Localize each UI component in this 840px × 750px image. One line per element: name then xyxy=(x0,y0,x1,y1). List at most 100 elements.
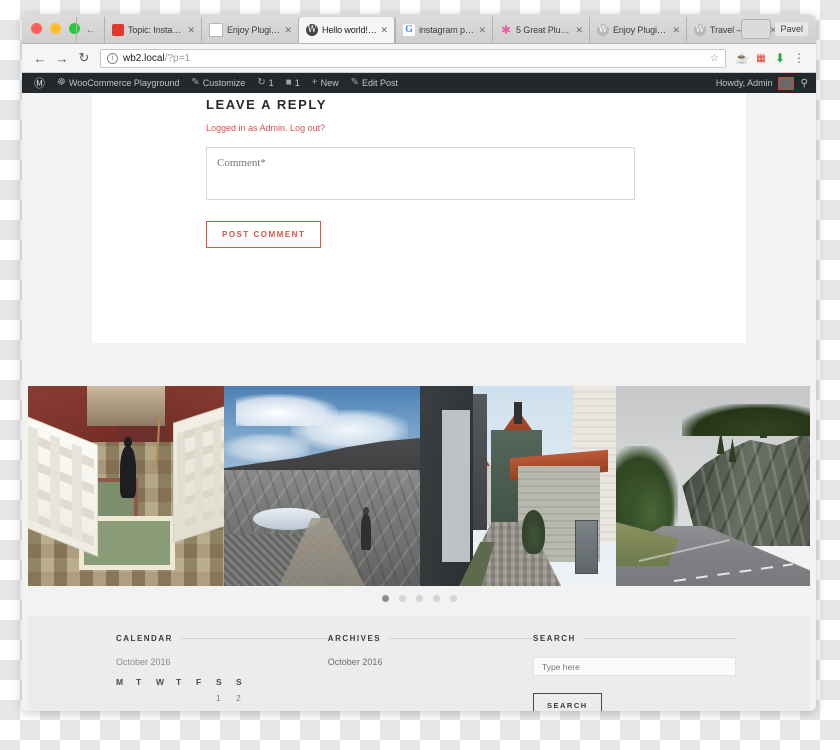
info-icon[interactable]: i xyxy=(107,52,118,64)
carousel-slide-museum-corridor-mosaic-floor[interactable] xyxy=(28,386,224,586)
search-input[interactable] xyxy=(533,657,736,676)
adminbar-label: WooCommerce Playground xyxy=(68,78,180,88)
close-icon[interactable]: ✕ xyxy=(478,25,486,35)
adminbar-howdy[interactable]: Howdy, Admin xyxy=(716,78,773,88)
reload-icon[interactable]: ↻ xyxy=(74,48,94,68)
carousel-dot-2[interactable] xyxy=(398,595,406,602)
browser-tab-4[interactable]: G instagram plugin w ✕ xyxy=(395,17,492,43)
slide-shape xyxy=(521,510,546,554)
browser-tab-3-active[interactable]: W Hello world! – Woo ✕ xyxy=(298,17,395,43)
browser-tab-1[interactable]: Topic: Instagram Fe ✕ xyxy=(104,17,201,43)
tab-title: instagram plugin w xyxy=(419,25,475,35)
search-icon[interactable]: ⚲ xyxy=(801,78,808,89)
calendar-weekday: W xyxy=(156,676,165,687)
close-window-button[interactable] xyxy=(31,23,42,34)
page-title: LEAVE A REPLY xyxy=(206,97,327,112)
carousel-slide-road-along-rock-cliff[interactable] xyxy=(616,386,810,586)
slide-shape xyxy=(120,436,136,498)
adminbar-wp-logo[interactable]: Ⓜ xyxy=(28,73,51,93)
carousel-dot-3[interactable] xyxy=(415,595,423,602)
window-traffic-lights xyxy=(31,23,80,34)
wordpress-gray-icon: W xyxy=(694,24,706,36)
slide-shape xyxy=(86,386,166,426)
bookmark-star-icon[interactable]: ☆ xyxy=(710,53,719,64)
adminbar-label: 1 xyxy=(294,78,300,88)
wordpress-admin-bar: Ⓜ ☸ WooCommerce Playground ✎ Customize ↻… xyxy=(22,73,816,93)
browser-tab-6[interactable]: W Enjoy Plugin for Ins ✕ xyxy=(589,17,686,43)
widget-header: SEARCH xyxy=(533,634,736,643)
red-square-icon xyxy=(112,24,124,36)
calendar-day: 8 xyxy=(216,708,236,712)
carousel-slide-nordic-street-wooden-houses[interactable] xyxy=(420,386,616,586)
carousel-dot-4[interactable] xyxy=(432,595,440,602)
divider xyxy=(180,638,328,639)
widget-title: CALENDAR xyxy=(116,634,173,643)
google-icon: G xyxy=(403,24,415,36)
browser-tab-strip: ← Topic: Instagram Fe ✕ Enjoy Plugin for… xyxy=(22,14,816,44)
back-icon[interactable]: ← xyxy=(30,48,50,68)
wordpress-gray-icon: W xyxy=(597,24,609,36)
close-icon[interactable]: ✕ xyxy=(187,25,195,35)
tab-nav-back[interactable]: ← xyxy=(76,17,104,43)
avatar[interactable] xyxy=(777,76,794,90)
close-icon[interactable]: ✕ xyxy=(284,25,292,35)
adminbar-label: 1 xyxy=(268,78,274,88)
tab-list: ← Topic: Instagram Fe ✕ Enjoy Plugin for… xyxy=(76,17,783,43)
adminbar-label: Edit Post xyxy=(361,78,399,88)
browser-tab-5[interactable]: ✱ 5 Great Plugins For ✕ xyxy=(492,17,589,43)
comment-input[interactable] xyxy=(206,147,635,200)
calendar-day xyxy=(156,692,176,708)
tab-title: 5 Great Plugins For xyxy=(516,25,573,35)
carousel-dot-5[interactable] xyxy=(449,595,457,602)
logged-in-notice[interactable]: Logged in as Admin. Log out? xyxy=(206,123,632,133)
carousel-slide-rocky-mountain-puddle[interactable] xyxy=(224,386,420,586)
pocket-icon[interactable]: ☕ xyxy=(733,49,751,67)
address-bar[interactable]: i wb2.local /?p=1 ☆ xyxy=(100,48,726,68)
search-button[interactable]: SEARCH xyxy=(533,693,602,711)
calendar-day: 9 xyxy=(236,708,256,712)
close-icon[interactable]: ✕ xyxy=(380,25,388,35)
carousel-dot-1[interactable] xyxy=(381,595,389,602)
calendar-day xyxy=(176,692,196,708)
calendar-weekday: S xyxy=(236,676,242,687)
adminbar-site-name[interactable]: ☸ WooCommerce Playground xyxy=(51,73,185,93)
extension-icon[interactable]: ▦ xyxy=(752,49,770,67)
widget-title: ARCHIVES xyxy=(327,634,382,643)
calendar-day xyxy=(136,692,156,708)
adminbar-new[interactable]: + New xyxy=(306,73,345,93)
slide-shape xyxy=(224,434,311,462)
profile-chip[interactable]: Pavel xyxy=(741,19,808,39)
adminbar-label: Customize xyxy=(202,78,246,88)
calendar-day: 6 xyxy=(176,708,196,712)
kebab-menu-icon[interactable]: ⋮ xyxy=(790,49,808,67)
slide-shape xyxy=(173,405,224,543)
tab-title: Topic: Instagram Fe xyxy=(128,25,184,35)
profile-name[interactable]: Pavel xyxy=(775,22,808,36)
widget-archives: ARCHIVES October 2016 xyxy=(328,634,533,711)
adminbar-edit-post[interactable]: ✎ Edit Post xyxy=(345,73,404,93)
image-carousel[interactable] xyxy=(28,386,810,586)
close-icon[interactable]: ✕ xyxy=(672,25,680,35)
download-icon[interactable]: ⬇ xyxy=(771,49,789,67)
adminbar-updates[interactable]: ↻ 1 xyxy=(251,73,279,93)
forward-icon[interactable]: → xyxy=(52,48,72,68)
browser-window: ← Topic: Instagram Fe ✕ Enjoy Plugin for… xyxy=(22,14,816,711)
close-icon[interactable]: ✕ xyxy=(575,25,583,35)
divider xyxy=(583,638,736,639)
widget-calendar: CALENDAR October 2016 M T W T F S S 1 2 xyxy=(116,634,328,711)
calendar-weekday: M xyxy=(116,676,124,687)
star-icon: ✱ xyxy=(500,24,512,36)
post-content-card: LEAVE A REPLY Logged in as Admin. Log ou… xyxy=(92,93,746,343)
calendar-weekday: T xyxy=(136,676,142,687)
update-icon: ↻ xyxy=(257,77,266,88)
browser-tab-2[interactable]: Enjoy Plugin for Ins ✕ xyxy=(201,17,298,43)
minimize-window-button[interactable] xyxy=(50,23,61,34)
adminbar-comments[interactable]: ■ 1 xyxy=(280,73,306,93)
slide-shape xyxy=(681,404,810,436)
slide-shape xyxy=(514,402,522,424)
adminbar-customize[interactable]: ✎ Customize xyxy=(185,73,251,93)
new-tab-button[interactable] xyxy=(741,19,772,39)
list-item[interactable]: October 2016 xyxy=(328,657,533,667)
post-comment-button[interactable]: POST COMMENT xyxy=(206,221,322,248)
url-host: wb2.local xyxy=(123,52,165,64)
